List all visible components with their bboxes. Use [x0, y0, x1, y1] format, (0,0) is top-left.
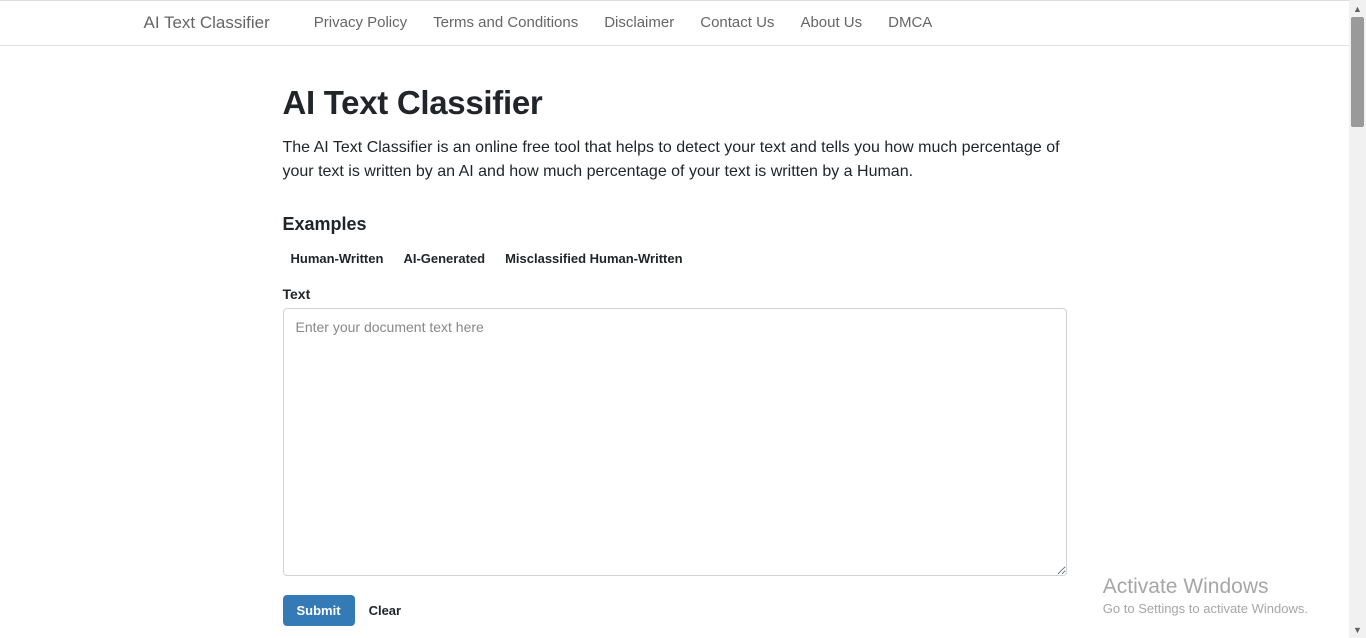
scroll-up-arrow-icon[interactable]: ▲: [1349, 0, 1366, 17]
nav-link-privacy[interactable]: Privacy Policy: [314, 14, 407, 31]
document-text-input[interactable]: [283, 308, 1067, 576]
clear-button[interactable]: Clear: [365, 597, 406, 624]
main-container: AI Text Classifier The AI Text Classifie…: [283, 46, 1067, 626]
nav-link-dmca[interactable]: DMCA: [888, 14, 932, 31]
nav-link-disclaimer[interactable]: Disclaimer: [604, 14, 674, 31]
nav-link-terms[interactable]: Terms and Conditions: [433, 14, 578, 31]
top-navbar: AI Text Classifier Privacy Policy Terms …: [0, 1, 1349, 46]
submit-button[interactable]: Submit: [283, 595, 355, 626]
brand-link[interactable]: AI Text Classifier: [140, 13, 274, 33]
page-title: AI Text Classifier: [283, 84, 1067, 122]
scrollbar-thumb[interactable]: [1351, 17, 1364, 127]
example-tabs: Human-Written AI-Generated Misclassified…: [283, 249, 1067, 268]
tab-ai-generated[interactable]: AI-Generated: [403, 249, 485, 268]
tab-human-written[interactable]: Human-Written: [291, 249, 384, 268]
scroll-down-arrow-icon[interactable]: ▼: [1349, 621, 1366, 638]
browser-scrollbar[interactable]: ▲ ▼: [1349, 0, 1366, 638]
nav-link-about[interactable]: About Us: [800, 14, 862, 31]
nav-link-contact[interactable]: Contact Us: [700, 14, 774, 31]
page-scroll-area[interactable]: AI Text Classifier Privacy Policy Terms …: [0, 0, 1349, 636]
page-description: The AI Text Classifier is an online free…: [283, 136, 1067, 184]
text-label: Text: [283, 286, 1067, 302]
tab-misclassified[interactable]: Misclassified Human-Written: [505, 249, 682, 268]
examples-heading: Examples: [283, 214, 1067, 235]
